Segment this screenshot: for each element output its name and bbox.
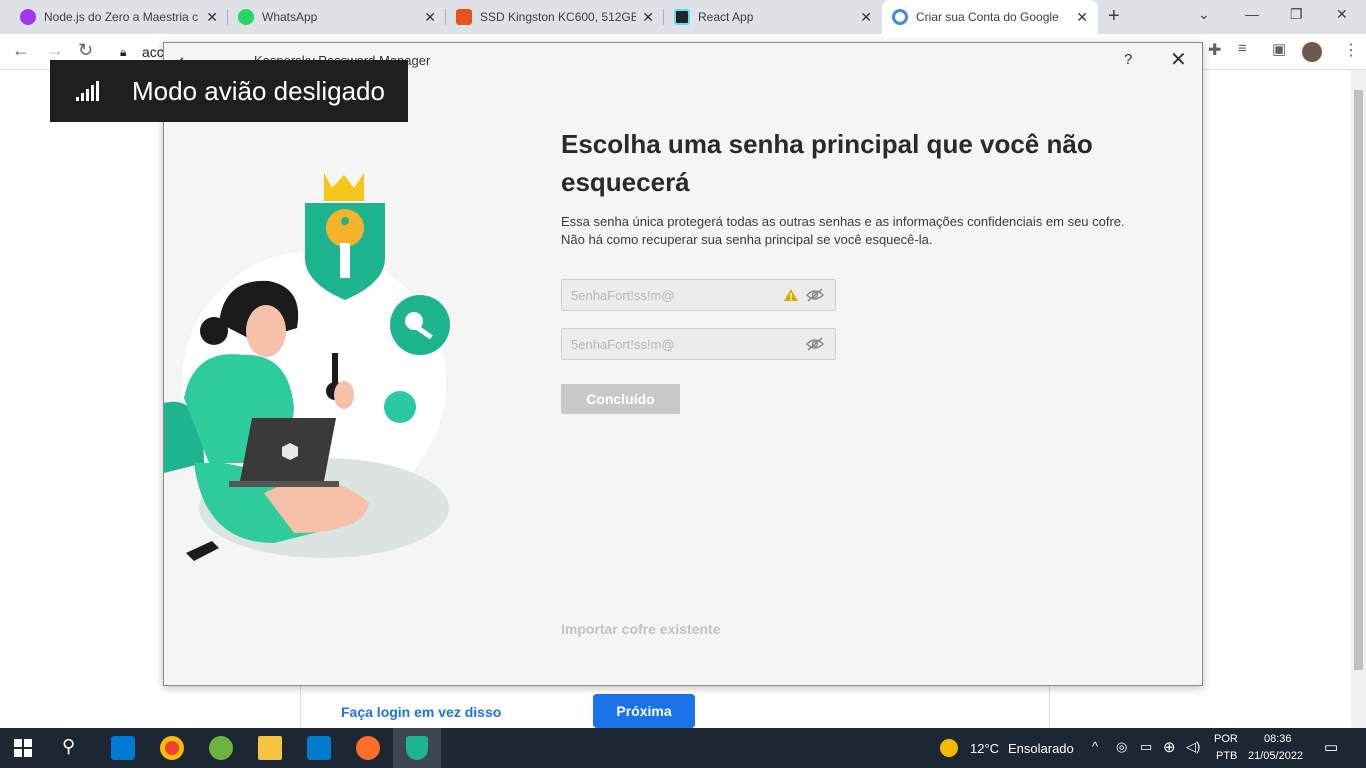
back-icon[interactable]: ← (12, 40, 30, 61)
minimize-button[interactable]: — (1245, 6, 1259, 22)
extensions-icon[interactable]: ✚ (1208, 40, 1221, 60)
close-icon[interactable]: ✕ (424, 9, 436, 26)
description: Essa senha única protegerá todas as outr… (561, 214, 1125, 247)
done-button[interactable]: Concluído (561, 384, 680, 414)
password-input[interactable] (562, 280, 762, 310)
forward-icon[interactable]: → (46, 40, 64, 61)
udemy-icon (20, 9, 36, 25)
volume-icon[interactable]: ◁) (1186, 739, 1200, 755)
eye-off-icon[interactable] (806, 337, 824, 351)
folder-icon[interactable] (258, 736, 282, 760)
react-icon (674, 9, 690, 25)
warning-icon (784, 289, 798, 301)
windows-start-icon[interactable] (14, 739, 32, 757)
browser-tabstrip: Node.js do Zero a Maestria c ✕ WhatsApp … (0, 0, 1366, 34)
language-bottom[interactable]: PTB (1216, 750, 1237, 762)
tray-app-icon[interactable]: ◎ (1116, 739, 1127, 755)
clock-date[interactable]: 21/05/2022 (1248, 750, 1303, 762)
google-signup-footer: Faça login em vez disso Próxima (300, 686, 1050, 728)
postman-icon[interactable] (356, 736, 380, 760)
store-icon[interactable] (111, 736, 135, 760)
sidepanel-icon[interactable]: ▣ (1272, 40, 1286, 58)
search-icon[interactable]: ⚲ (62, 736, 86, 760)
page-title: Escolha uma senha principal que você não… (561, 129, 1093, 197)
chrome-icon[interactable] (160, 736, 184, 760)
close-icon[interactable]: ✕ (860, 9, 872, 26)
weather-desc[interactable]: Ensolarado (1008, 741, 1074, 756)
clock-time[interactable]: 08:36 (1264, 733, 1292, 745)
signal-icon (76, 81, 100, 101)
restore-button[interactable]: ❐ (1290, 6, 1303, 23)
reload-icon[interactable]: ↻ (78, 40, 93, 61)
avatar[interactable] (1302, 42, 1322, 62)
language-top[interactable]: POR (1214, 733, 1238, 745)
key-icon (326, 209, 364, 247)
google-icon (892, 9, 908, 25)
password-field[interactable] (561, 279, 836, 311)
chevron-up-icon[interactable]: ^ (1092, 739, 1098, 754)
tab-google[interactable]: Criar sua Conta do Google ✕ (882, 0, 1098, 34)
tab-nodejs[interactable]: Node.js do Zero a Maestria c ✕ (10, 0, 228, 34)
close-icon[interactable]: ✕ (642, 9, 654, 26)
tab-whatsapp[interactable]: WhatsApp ✕ (228, 0, 446, 34)
shield-icon (406, 736, 428, 760)
illustration (164, 173, 450, 561)
close-icon[interactable]: ✕ (1076, 9, 1088, 26)
window-close-button[interactable]: ✕ (1336, 6, 1348, 23)
notification-icon[interactable]: ▭ (1324, 738, 1338, 756)
tab-title: SSD Kingston KC600, 512GB, (480, 10, 637, 24)
help-button[interactable]: ? (1124, 51, 1132, 68)
kaspersky-dialog: ⟵ Kaspersky Password Manager ? ✕ (163, 42, 1203, 686)
battery-icon[interactable]: ▭ (1140, 739, 1152, 755)
tab-title: Node.js do Zero a Maestria c (44, 10, 199, 24)
chevron-down-icon[interactable]: ⌄ (1198, 6, 1210, 23)
crown-icon (324, 173, 364, 201)
weather-icon (940, 739, 958, 757)
new-tab-button[interactable]: + (1108, 5, 1120, 28)
dot-decoration (384, 391, 416, 423)
dialog-close-button[interactable]: ✕ (1170, 47, 1187, 72)
eye-off-icon[interactable] (806, 288, 824, 302)
shoe (186, 541, 219, 561)
kaspersky-taskbar-button[interactable] (393, 728, 441, 768)
confirm-password-input[interactable] (562, 329, 762, 359)
whatsapp-icon (238, 9, 254, 25)
next-button[interactable]: Próxima (593, 694, 695, 728)
confirm-password-field[interactable] (561, 328, 836, 360)
face (246, 305, 286, 357)
network-icon[interactable]: ⊕ (1163, 738, 1176, 756)
media-icon[interactable]: ≡ (1238, 40, 1247, 57)
taskbar: ⚲ 12°C Ensolarado ^ ◎ ▭ ⊕ ◁) POR PTB 08:… (0, 728, 1366, 768)
tab-title: Criar sua Conta do Google (916, 10, 1059, 24)
toast-message: Modo avião desligado (132, 75, 385, 106)
menu-icon[interactable]: ⋮ (1343, 40, 1359, 60)
tab-ssd[interactable]: SSD Kingston KC600, 512GB, ✕ (446, 0, 664, 34)
page-scrollbar[interactable] (1351, 70, 1366, 728)
airplane-mode-toast: Modo avião desligado (50, 60, 408, 122)
import-vault-link[interactable]: Importar cofre existente (561, 621, 721, 637)
tab-title: WhatsApp (262, 10, 318, 24)
tab-react[interactable]: React App ✕ (664, 0, 882, 34)
store-icon (456, 9, 472, 25)
login-instead-link[interactable]: Faça login em vez disso (341, 704, 501, 720)
weather-temp[interactable]: 12°C (970, 741, 999, 756)
close-icon[interactable]: ✕ (206, 9, 218, 26)
tab-title: React App (698, 10, 754, 24)
vscode-icon[interactable] (307, 736, 331, 760)
spring-icon[interactable] (209, 736, 233, 760)
